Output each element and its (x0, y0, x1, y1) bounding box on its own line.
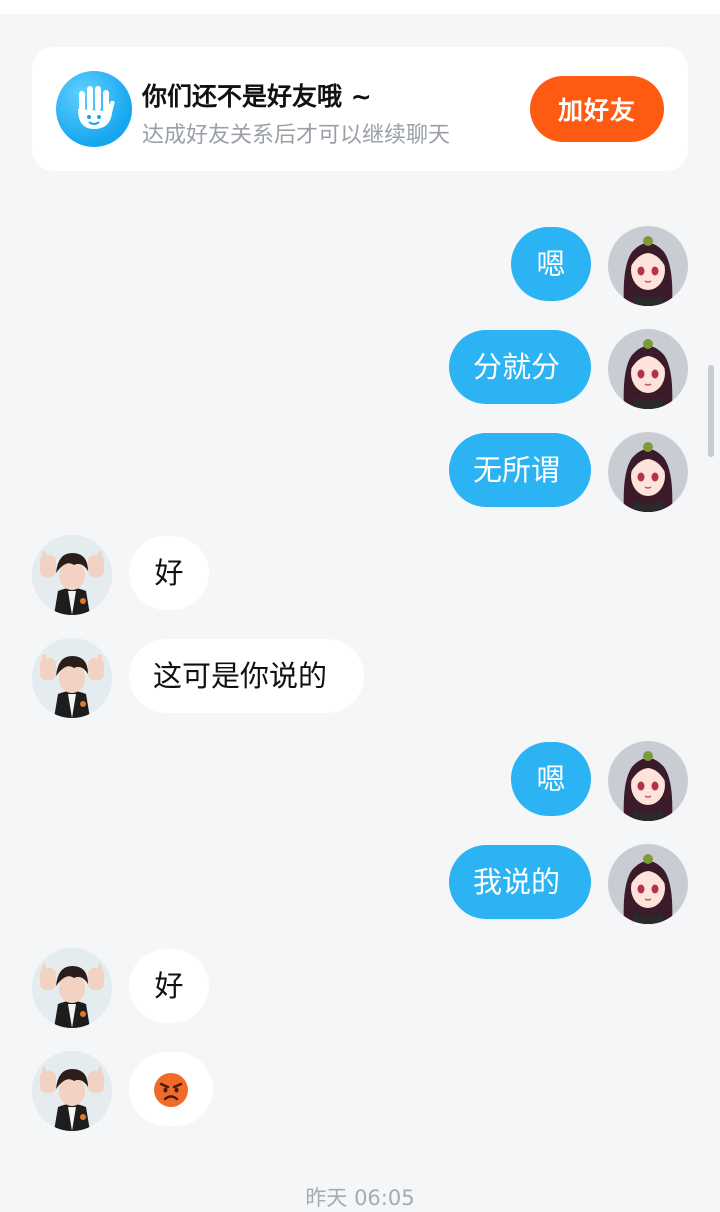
message-bubble-outgoing[interactable]: 嗯 (511, 742, 591, 816)
peer-avatar[interactable] (32, 1051, 112, 1131)
message-bubble-outgoing[interactable]: 无所谓 (449, 433, 591, 507)
message-bubble-incoming[interactable]: 这可是你说的 (129, 639, 364, 713)
status-bar-strip (0, 0, 720, 14)
banner-title: 你们还不是好友哦 ~ (142, 82, 372, 111)
message-bubble-incoming[interactable]: 好 (129, 949, 209, 1023)
my-avatar[interactable] (608, 226, 688, 306)
message-timestamp: 昨天 06:05 (305, 1186, 415, 1210)
peer-avatar[interactable] (32, 638, 112, 718)
peer-avatar[interactable] (32, 948, 112, 1028)
add-friend-button[interactable]: 加好友 (530, 76, 664, 142)
message-bubble-outgoing[interactable]: 嗯 (511, 227, 591, 301)
banner-subtitle: 达成好友关系后才可以继续聊天 (142, 123, 451, 148)
message-bubble-incoming[interactable] (129, 1052, 213, 1126)
waving-hand-icon (56, 71, 132, 147)
my-avatar[interactable] (608, 844, 688, 924)
angry-face-emoji (154, 1073, 188, 1107)
message-bubble-outgoing[interactable]: 我说的 (449, 845, 591, 919)
scrollbar[interactable] (708, 365, 714, 457)
my-avatar[interactable] (608, 741, 688, 821)
my-avatar[interactable] (608, 329, 688, 409)
peer-avatar[interactable] (32, 535, 112, 615)
message-bubble-outgoing[interactable]: 分就分 (449, 330, 591, 404)
my-avatar[interactable] (608, 432, 688, 512)
not-friend-banner: 你们还不是好友哦 ~ 达成好友关系后才可以继续聊天 加好友 (32, 47, 688, 171)
message-bubble-incoming[interactable]: 好 (129, 536, 209, 610)
